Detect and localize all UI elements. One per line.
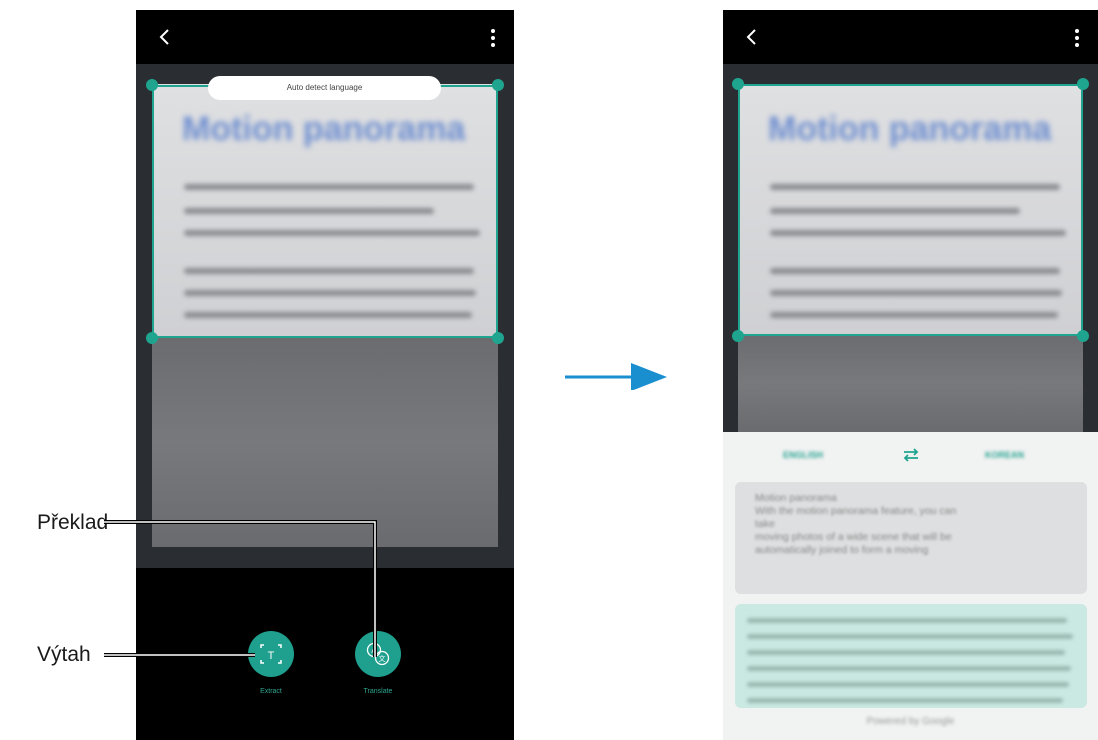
callout-leader-lines bbox=[104, 520, 377, 657]
